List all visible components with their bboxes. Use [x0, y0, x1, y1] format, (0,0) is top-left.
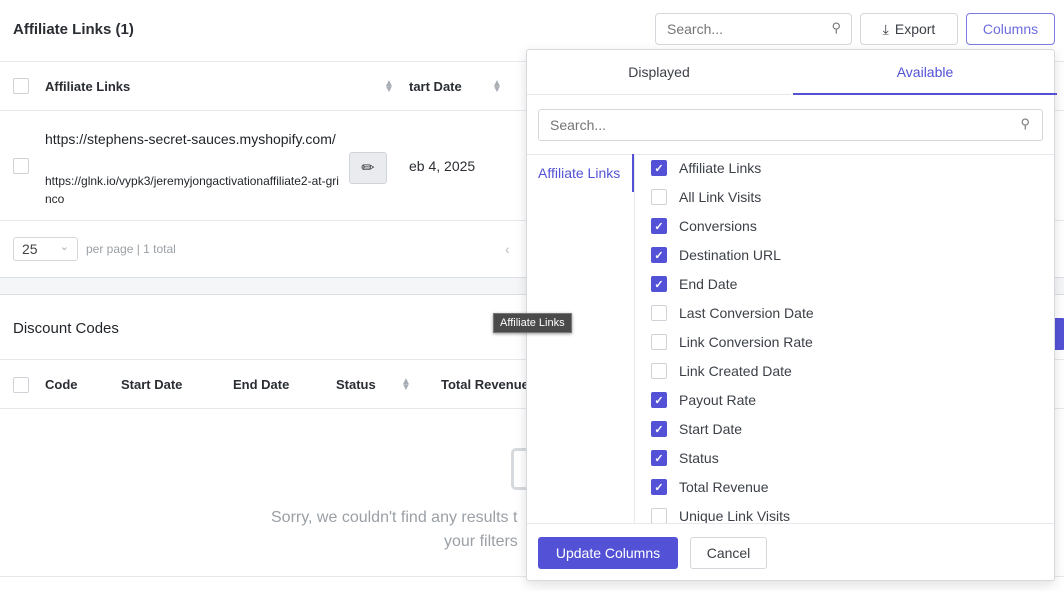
checkbox[interactable]: ✓ [651, 421, 667, 437]
column-header-code[interactable]: Code [45, 377, 78, 392]
checkbox[interactable]: ✓ [651, 479, 667, 495]
checkbox[interactable] [651, 305, 667, 321]
column-header-start-date[interactable]: tart Date [409, 79, 462, 94]
start-date-cell: eb 4, 2025 [409, 158, 476, 174]
pencil-icon: ✏ [361, 160, 375, 177]
destination-url[interactable]: https://stephens-secret-sauces.myshopify… [45, 129, 345, 150]
column-option[interactable]: ✓ Total Revenue [651, 477, 769, 497]
sort-icon[interactable]: ▲ ▼ [492, 79, 502, 95]
column-option-label: All Link Visits [679, 189, 762, 205]
column-option-label: Total Revenue [679, 479, 769, 495]
export-button[interactable]: ⤓ Export [860, 13, 958, 45]
checkbox[interactable] [651, 508, 667, 524]
column-option-label: Payout Rate [679, 392, 757, 408]
checkbox[interactable] [651, 334, 667, 350]
column-option[interactable]: ✓ Conversions [651, 216, 757, 236]
column-option-label: Affiliate Links [679, 160, 762, 176]
column-option[interactable]: All Link Visits [651, 187, 761, 207]
checkbox[interactable]: ✓ [651, 392, 667, 408]
column-option-label: Link Created Date [679, 363, 792, 379]
search-input[interactable]: ⚲ [655, 13, 852, 45]
checkbox[interactable]: ✓ [651, 276, 667, 292]
column-option-label: Last Conversion Date [679, 305, 814, 321]
download-icon: ⤓ [882, 20, 889, 37]
sort-icon[interactable]: ▲ ▼ [384, 79, 394, 95]
checkbox[interactable]: ✓ [651, 450, 667, 466]
column-option-label: Start Date [679, 421, 743, 437]
affiliate-title: Affiliate Links (1) [13, 21, 134, 38]
column-option[interactable]: Link Conversion Rate [651, 332, 813, 352]
columns-panel: Displayed Available ⚲ Affiliate Links ✓ A… [526, 49, 1057, 581]
checkbox[interactable]: ✓ [651, 160, 667, 176]
per-page-select[interactable]: 25 ⌄ [13, 237, 78, 261]
column-option-label: Link Conversion Rate [679, 334, 813, 350]
column-header-start-date[interactable]: Start Date [121, 377, 182, 392]
columns-button[interactable]: Columns [966, 13, 1055, 45]
select-all-checkbox[interactable] [13, 377, 29, 393]
checkbox[interactable]: ✓ [651, 218, 667, 234]
column-option[interactable]: ✓ Destination URL [651, 245, 781, 265]
column-option[interactable]: ✓ Affiliate Links [651, 158, 761, 178]
column-option[interactable]: ✓ Payout Rate [651, 390, 756, 410]
column-search-field[interactable] [550, 117, 990, 133]
empty-message: Sorry, we couldn't find any results t [271, 509, 518, 526]
tab-available[interactable]: Available [793, 50, 1057, 95]
discount-title: Discount Codes [13, 320, 119, 337]
prev-page-icon[interactable]: ‹ [505, 241, 510, 257]
row-checkbox[interactable] [13, 158, 29, 174]
chevron-down-icon: ⌄ [59, 241, 69, 253]
column-option-label: Status [679, 450, 719, 466]
column-option[interactable]: ✓ Status [651, 448, 719, 468]
column-option-label: Conversions [679, 218, 757, 234]
column-option[interactable]: Last Conversion Date [651, 303, 814, 323]
cancel-button[interactable]: Cancel [690, 537, 767, 569]
checkbox[interactable] [651, 363, 667, 379]
select-all-checkbox[interactable] [13, 78, 29, 94]
column-search-input[interactable]: ⚲ [538, 109, 1043, 141]
sort-icon[interactable]: ▲ ▼ [401, 377, 411, 393]
export-label: Export [894, 21, 936, 37]
column-option-label: Unique Link Visits [679, 508, 791, 524]
search-field[interactable] [667, 21, 817, 37]
column-header-end-date[interactable]: End Date [233, 377, 289, 392]
column-header-status[interactable]: Status [336, 377, 376, 392]
column-header-affiliate-links[interactable]: Affiliate Links [45, 79, 130, 94]
checkbox[interactable]: ✓ [651, 247, 667, 263]
tab-displayed[interactable]: Displayed [527, 50, 791, 95]
columns-label: Columns [982, 21, 1039, 37]
column-option-label: End Date [679, 276, 738, 292]
edit-button[interactable]: ✏ [349, 152, 387, 184]
update-columns-button[interactable]: Update Columns [538, 537, 678, 569]
group-affiliate-links[interactable]: Affiliate Links [538, 165, 620, 181]
column-option[interactable]: Link Created Date [651, 361, 792, 381]
column-header-total-revenue[interactable]: Total Revenue [441, 377, 529, 392]
pagination-text: per page | 1 total [86, 242, 176, 256]
tooltip: Affiliate Links [493, 313, 572, 333]
search-icon: ⚲ [831, 20, 841, 35]
search-icon: ⚲ [1020, 116, 1030, 131]
empty-message-2: your filters [444, 533, 518, 550]
column-option[interactable]: ✓ End Date [651, 274, 737, 294]
checkbox[interactable] [651, 189, 667, 205]
column-option[interactable]: ✓ Start Date [651, 419, 742, 439]
column-option-label: Destination URL [679, 247, 781, 263]
affiliate-link[interactable]: https://glnk.io/vypk3/jeremyjongactivati… [45, 172, 345, 208]
